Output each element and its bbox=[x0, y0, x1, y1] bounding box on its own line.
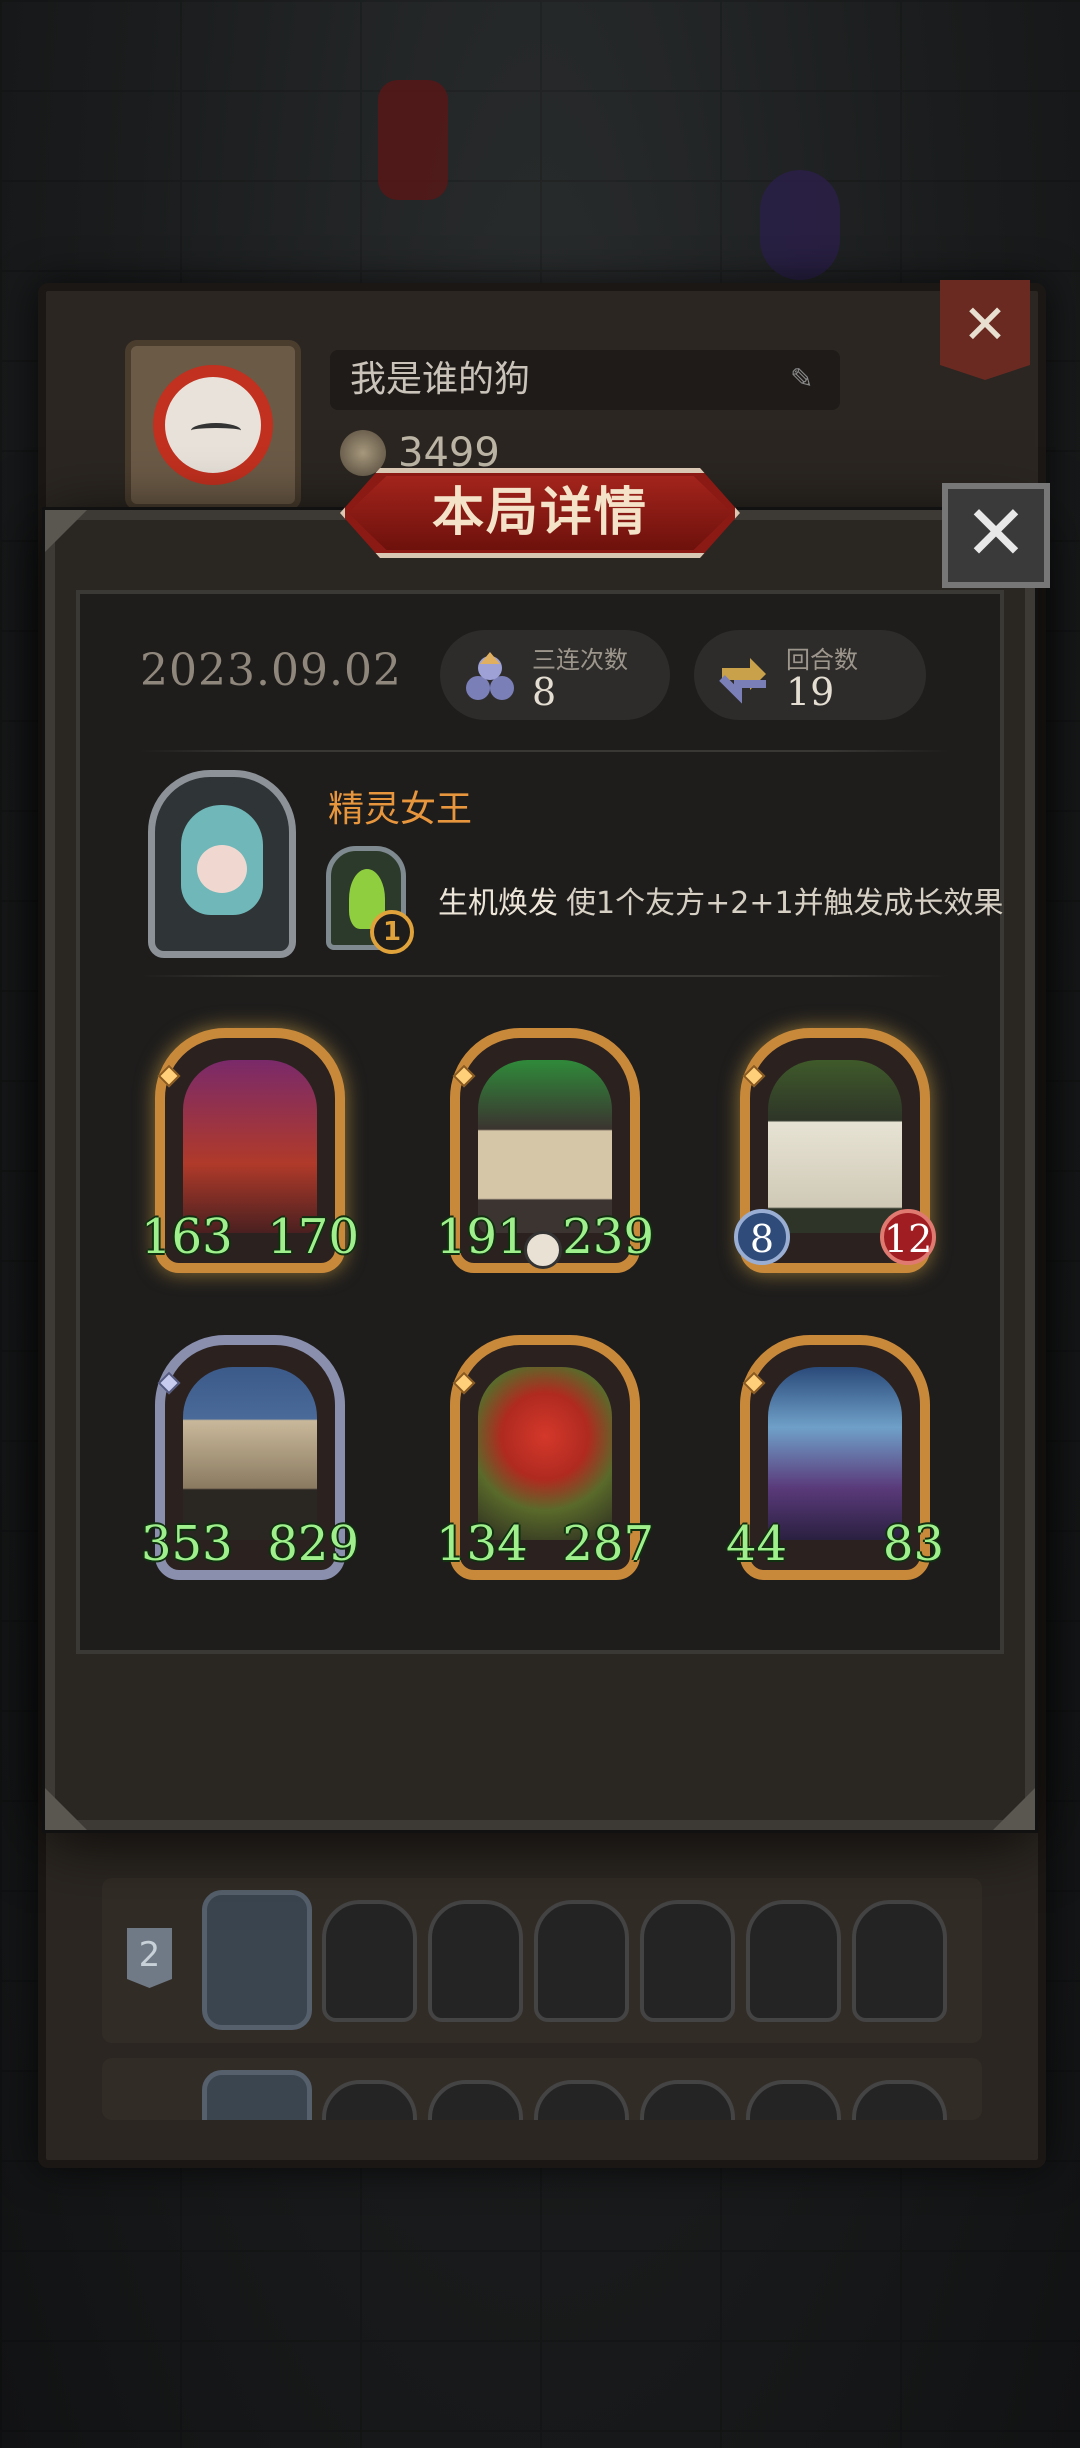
history-card bbox=[640, 2080, 735, 2120]
mushroom-spider-art bbox=[183, 1367, 317, 1540]
skill-name: 生机焕发 bbox=[438, 886, 558, 921]
history-card bbox=[322, 2080, 417, 2120]
match-history-row[interactable] bbox=[102, 2058, 982, 2120]
history-card bbox=[428, 2080, 523, 2120]
history-card bbox=[534, 1900, 629, 2022]
history-hero-portrait bbox=[202, 2070, 312, 2120]
card-attack: 8 bbox=[734, 1209, 790, 1265]
pencil-icon[interactable]: ✎ bbox=[790, 364, 820, 394]
background-potion bbox=[760, 170, 840, 280]
divider bbox=[140, 975, 948, 977]
history-hero-portrait bbox=[202, 1890, 312, 2030]
match-history-row[interactable]: 2 bbox=[102, 1878, 982, 2043]
avatar-portrait bbox=[153, 365, 273, 485]
card-health: 83 bbox=[882, 1516, 944, 1572]
triple-count-stat: 三连次数 8 bbox=[440, 630, 670, 720]
modal-corner bbox=[993, 1788, 1035, 1830]
history-card bbox=[746, 1900, 841, 2022]
card-attack: 353 bbox=[141, 1516, 233, 1572]
skull-icon bbox=[524, 1231, 562, 1269]
background-jar bbox=[378, 80, 448, 200]
hero-name: 精灵女王 bbox=[328, 789, 473, 830]
unit-card[interactable]: 353 829 bbox=[141, 1335, 359, 1580]
unit-card[interactable]: 8 12 bbox=[734, 1028, 936, 1273]
history-card bbox=[428, 1900, 523, 2022]
rounds-icon bbox=[719, 658, 766, 704]
modal-corner bbox=[45, 1788, 87, 1830]
skill-level-badge: 1 bbox=[370, 910, 414, 954]
elf-queen-art bbox=[181, 805, 263, 915]
card-attack: 191 bbox=[436, 1209, 528, 1265]
skill-description: 使1个友方+2+1并触发成长效果 bbox=[566, 886, 1004, 921]
history-card bbox=[852, 2080, 947, 2120]
card-health: 239 bbox=[562, 1209, 654, 1265]
hero-portrait[interactable] bbox=[148, 770, 296, 958]
card-attack: 134 bbox=[436, 1516, 528, 1572]
rounds-value: 19 bbox=[786, 670, 835, 714]
profile-close-button[interactable]: ✕ bbox=[940, 280, 1030, 380]
unit-card[interactable]: 163 170 bbox=[141, 1028, 359, 1273]
player-name-field[interactable]: 我是谁的狗 ✎ bbox=[330, 350, 840, 410]
history-card bbox=[746, 2080, 841, 2120]
card-health: 287 bbox=[562, 1516, 654, 1572]
card-health: 170 bbox=[267, 1209, 359, 1265]
unit-card[interactable]: 191 239 bbox=[436, 1028, 654, 1273]
triple-count-value: 8 bbox=[532, 670, 557, 714]
history-card bbox=[852, 1900, 947, 2022]
modal-corner bbox=[45, 510, 87, 552]
match-date: 2023.09.02 bbox=[140, 645, 402, 696]
assassin-art bbox=[183, 1060, 317, 1233]
history-card bbox=[640, 1900, 735, 2022]
radish-art bbox=[768, 1060, 902, 1233]
unit-card[interactable]: 134 287 bbox=[436, 1335, 654, 1580]
card-attack: 163 bbox=[141, 1209, 233, 1265]
card-health: 829 bbox=[267, 1516, 359, 1572]
close-icon: ✕ bbox=[964, 488, 1028, 577]
close-button[interactable]: ✕ bbox=[942, 483, 1050, 588]
unit-card[interactable]: 44 83 bbox=[726, 1335, 944, 1580]
devil-tomato-art bbox=[478, 1367, 612, 1540]
card-attack: 44 bbox=[726, 1516, 788, 1572]
rounds-stat: 回合数 19 bbox=[694, 630, 926, 720]
rank-badge: 2 bbox=[127, 1928, 172, 1988]
card-health: 12 bbox=[880, 1209, 936, 1265]
divider bbox=[140, 750, 948, 752]
modal-title-banner: 本局详情 bbox=[340, 468, 740, 558]
sprout-boy-art bbox=[478, 1060, 612, 1233]
modal-title: 本局详情 bbox=[431, 483, 648, 543]
dark-elf-art bbox=[768, 1367, 902, 1540]
triple-icon bbox=[466, 652, 514, 700]
player-name: 我是谁的狗 bbox=[350, 359, 531, 400]
history-card bbox=[322, 1900, 417, 2022]
player-avatar[interactable] bbox=[125, 340, 301, 510]
history-card bbox=[534, 2080, 629, 2120]
